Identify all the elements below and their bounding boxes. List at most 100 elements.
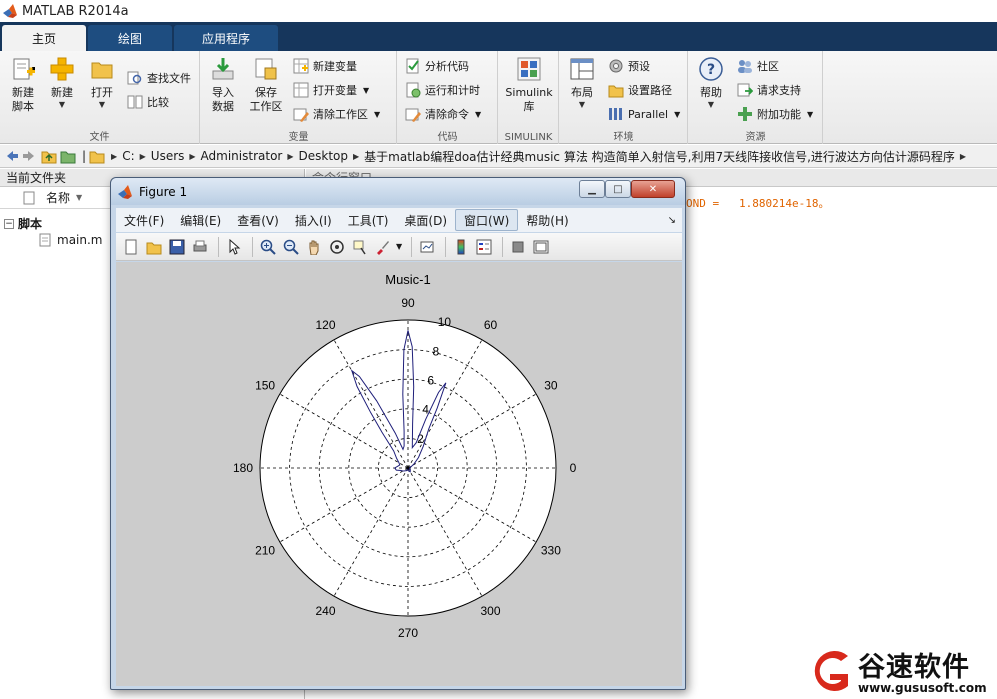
find-files-button[interactable]: 查找文件 [127,68,191,88]
clear-workspace-button[interactable]: 清除工作区 ▼ [293,104,380,124]
layout-icon [570,58,594,80]
address-bar: | ▶ C: ▶ Users ▶ Administrator ▶ Desktop… [0,145,997,168]
community-button[interactable]: 社区 [737,56,779,76]
new-script-button[interactable]: 新建 脚本 [6,56,40,114]
file-item-main[interactable]: main.m [38,233,103,247]
maximize-button[interactable]: □ [605,180,631,198]
layout-button[interactable]: 布局 ▼ [566,56,598,110]
clear-commands-dropdown-icon[interactable]: ▼ [475,110,481,119]
hide-plot-tools-button[interactable] [508,237,528,257]
compare-label: 比较 [147,96,169,109]
menu-insert[interactable]: 插入(I) [287,209,340,231]
help-button[interactable]: ? 帮助 ▼ [695,56,727,110]
run-and-time-button[interactable]: 运行和计时 [405,80,480,100]
breadcrumb-administrator[interactable]: Administrator [201,149,283,163]
tree-group-scripts[interactable]: − 脚本 [4,215,42,232]
menu-help[interactable]: 帮助(H) [518,209,576,231]
tab-home[interactable]: 主页 [2,25,86,51]
menu-desktop[interactable]: 桌面(D) [396,209,455,231]
pointer-icon [229,238,241,255]
community-icon [738,60,752,73]
menu-view[interactable]: 查看(V) [229,209,287,231]
save-workspace-button[interactable]: 保存 工作区 [247,56,285,114]
back-icon[interactable] [3,148,19,164]
name-column-header[interactable]: 名称 [46,189,70,206]
angle-tick-label: 270 [398,626,418,640]
up-folder-icon[interactable] [41,148,57,164]
parallel-button[interactable]: Parallel ▼ [608,104,680,124]
select-tool-button[interactable] [224,237,244,257]
zoom-out-button[interactable] [281,237,301,257]
save-figure-button[interactable] [167,237,187,257]
new-button[interactable]: 新建 ▼ [46,56,78,110]
sort-icon[interactable]: ▼ [76,193,82,202]
breadcrumb-drive[interactable]: C: [122,149,134,163]
open-variable-label: 打开变量 [313,84,357,97]
show-plot-tools-icon [533,240,549,253]
figure-canvas[interactable]: Music-1 0 30 60 90 120 150 180 210 240 270 300 330 2 4… [116,262,682,686]
ribbon-tabs: 主页 绘图 应用程序 [0,22,997,51]
brush-button[interactable] [373,237,393,257]
breadcrumb-desktop[interactable]: Desktop [299,149,349,163]
request-support-button[interactable]: 请求支持 [737,80,801,100]
open-dropdown-icon[interactable]: ▼ [99,100,105,110]
tab-plots[interactable]: 绘图 [88,25,172,51]
show-plot-tools-button[interactable] [531,237,551,257]
new-dropdown-icon[interactable]: ▼ [59,100,65,110]
pan-button[interactable] [304,237,324,257]
group-variable: 导入 数据 保存 工作区 新建变量 打开变量 ▼ 清除工作区 ▼ 变量 [201,51,397,144]
menu-edit[interactable]: 编辑(E) [172,209,229,231]
analyze-code-button[interactable]: 分析代码 [405,56,469,76]
analyze-code-icon [406,58,419,74]
menu-tools[interactable]: 工具(T) [340,209,397,231]
address-chevron-icon: ▶ [959,151,967,161]
compare-button[interactable]: 比较 [127,92,169,112]
menubar-dock-icon[interactable]: ↘ [668,215,676,226]
angle-tick-label: 180 [233,461,253,475]
clear-workspace-dropdown-icon[interactable]: ▼ [374,110,380,119]
forward-icon[interactable] [22,148,38,164]
help-dropdown-icon[interactable]: ▼ [708,100,714,110]
add-ons-button[interactable]: 附加功能 ▼ [737,104,813,124]
open-label: 打开 [91,86,113,99]
rotate-3d-button[interactable] [327,237,347,257]
tab-apps[interactable]: 应用程序 [174,25,278,51]
angle-tick-label: 150 [255,379,275,393]
close-button[interactable]: ✕ [631,180,675,198]
colorbar-button[interactable] [451,237,471,257]
print-button[interactable] [190,237,210,257]
data-cursor-button[interactable] [350,237,370,257]
menu-file[interactable]: 文件(F) [116,209,172,231]
layout-dropdown-icon[interactable]: ▼ [579,100,585,110]
open-file-button[interactable] [144,237,164,257]
minimize-button[interactable]: ▁ [579,180,605,198]
open-button[interactable]: 打开 ▼ [86,56,118,110]
open-variable-dropdown-icon[interactable]: ▼ [363,86,369,95]
legend-button[interactable] [474,237,494,257]
breadcrumb-users[interactable]: Users [151,149,185,163]
add-ons-dropdown-icon[interactable]: ▼ [807,110,813,119]
collapse-icon[interactable]: − [4,218,14,229]
brush-dropdown-icon[interactable]: ▼ [396,242,402,251]
browse-folder-icon[interactable] [60,148,76,164]
new-variable-button[interactable]: 新建变量 [293,56,357,76]
zoom-in-button[interactable] [258,237,278,257]
address-chevron-icon: ▶ [353,151,360,161]
angle-tick-label: 240 [315,604,335,618]
figure-window[interactable]: Figure 1 ▁ □ ✕ 文件(F) 编辑(E) 查看(V) 插入(I) 工… [110,177,686,690]
new-figure-button[interactable] [121,237,141,257]
clear-commands-button[interactable]: 清除命令 ▼ [405,104,481,124]
save-icon [169,239,185,254]
open-variable-button[interactable]: 打开变量 ▼ [293,80,369,100]
import-data-button[interactable]: 导入 数据 [207,56,239,114]
simulink-library-button[interactable]: Simulink 库 [505,56,553,114]
set-path-button[interactable]: 设置路径 [608,80,672,100]
preferences-button[interactable]: 预设 [608,56,650,76]
parallel-dropdown-icon[interactable]: ▼ [674,110,680,119]
polar-plot[interactable]: Music-1030609012015018021024027030033024… [116,262,682,686]
menu-window[interactable]: 窗口(W) [455,209,519,231]
figure-titlebar[interactable]: Figure 1 ▁ □ ✕ [111,178,685,205]
toolbar-separator [411,236,413,257]
breadcrumb-project-folder[interactable]: 基于matlab编程doa估计经典music 算法 构造简单入射信号,利用7天线… [364,148,955,165]
link-plot-button[interactable] [417,237,437,257]
